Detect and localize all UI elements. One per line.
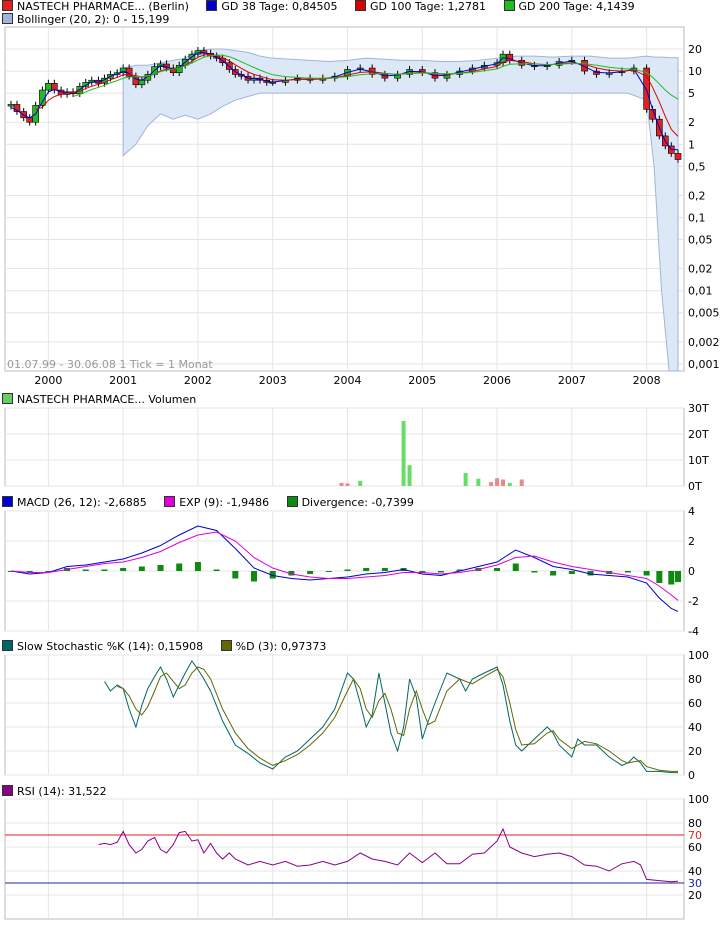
volume-ytick-label: 30T <box>688 402 709 415</box>
stock-chart-svg: 20105210,50,20,10,050,020,010,0050,0020,… <box>4 26 720 920</box>
volume-bar <box>489 482 494 486</box>
price-ytick-label: 0,02 <box>688 263 713 276</box>
x-axis-year-label: 2008 <box>633 374 661 387</box>
divergence-bar <box>494 568 501 571</box>
panel-frame-4 <box>4 798 685 920</box>
divergence-bar <box>157 565 164 571</box>
price-ytick-label: 5 <box>688 87 695 100</box>
volume-bar <box>507 482 512 486</box>
divergence-bar <box>344 569 351 571</box>
price-candle <box>674 153 682 160</box>
divergence-bar <box>675 571 682 583</box>
divergence-bar <box>624 571 631 573</box>
stoch-ytick-label: 20 <box>688 745 702 758</box>
price-ytick-label: 0,002 <box>688 336 720 349</box>
price-ytick-label: 0,01 <box>688 285 713 298</box>
macd-ytick-label: 0 <box>688 565 695 578</box>
macd-ytick-label: -4 <box>688 625 699 638</box>
divergence-bar <box>512 563 519 571</box>
volume-bar <box>495 478 500 486</box>
volume-bar <box>358 480 363 486</box>
price-ytick-label: 10 <box>688 65 702 78</box>
divergence-bar <box>176 563 183 571</box>
divergence-bar <box>82 569 89 571</box>
divergence-bar <box>668 571 675 585</box>
price-ytick-label: 0,005 <box>688 307 720 320</box>
volume-bar <box>463 473 468 486</box>
divergence-bar <box>381 568 388 571</box>
price-candle <box>45 83 52 91</box>
x-axis-year-label: 2002 <box>184 374 212 387</box>
price-ytick-label: 0,2 <box>688 189 706 202</box>
divergence-bar <box>656 571 663 583</box>
macd-ytick-label: 4 <box>688 505 695 518</box>
volume-bar <box>339 482 344 486</box>
price-ytick-label: 0,05 <box>688 234 713 247</box>
stoch-ytick-label: 40 <box>688 721 702 734</box>
price-candle <box>7 104 15 107</box>
x-axis-year-label: 2004 <box>333 374 361 387</box>
divergence-bar <box>363 568 370 571</box>
divergence-bar <box>138 566 145 571</box>
divergence-bar <box>120 568 127 571</box>
rsi-ytick-label: 20 <box>688 889 702 902</box>
volume-bar <box>407 465 412 486</box>
divergence-bar <box>232 571 239 579</box>
divergence-bar <box>437 571 444 573</box>
volume-ytick-label: 10T <box>688 454 709 467</box>
volume-ytick-label: 0T <box>688 480 702 493</box>
x-axis-year-label: 2000 <box>34 374 62 387</box>
price-candle <box>26 117 33 123</box>
rsi-ytick-label: 60 <box>688 841 702 854</box>
x-axis-year-label: 2007 <box>558 374 586 387</box>
divergence-bar <box>194 562 201 571</box>
divergence-bar <box>568 571 575 574</box>
divergence-bar <box>251 571 258 582</box>
stoch-ytick-label: 100 <box>688 649 709 662</box>
x-axis-year-label: 2003 <box>259 374 287 387</box>
price-candle <box>269 82 277 84</box>
price-ytick-label: 1 <box>688 138 695 151</box>
divergence-bar <box>531 571 538 573</box>
divergence-bar <box>101 569 108 571</box>
divergence-bar <box>213 569 220 571</box>
price-ytick-label: 0,5 <box>688 160 706 173</box>
volume-bar <box>345 483 350 486</box>
price-ytick-label: 0,001 <box>688 358 720 371</box>
volume-bar <box>501 479 506 486</box>
stoch-ytick-label: 0 <box>688 769 695 782</box>
price-ytick-label: 0,1 <box>688 211 706 224</box>
macd-ytick-label: 2 <box>688 535 695 548</box>
divergence-bar <box>643 571 650 576</box>
panel-frame-1 <box>4 407 685 487</box>
price-candle <box>138 79 146 86</box>
volume-bar <box>476 478 481 486</box>
x-axis-year-label: 2001 <box>109 374 137 387</box>
x-axis-year-label: 2005 <box>408 374 436 387</box>
divergence-bar <box>307 571 314 574</box>
volume-bar <box>401 421 406 486</box>
divergence-bar <box>325 571 332 572</box>
volume-ytick-label: 20T <box>688 428 709 441</box>
volume-bar <box>519 479 524 486</box>
price-ytick-label: 2 <box>688 116 695 129</box>
rsi-ytick-label: 100 <box>688 793 709 806</box>
macd-ytick-label: -2 <box>688 595 699 608</box>
stoch-ytick-label: 60 <box>688 697 702 710</box>
x-axis-year-label: 2006 <box>483 374 511 387</box>
date-range-note: 01.07.99 - 30.06.08 1 Tick = 1 Monat <box>7 358 213 371</box>
divergence-bar <box>550 571 557 576</box>
panel-frame-3 <box>4 654 685 776</box>
stoch-ytick-label: 80 <box>688 673 702 686</box>
price-ytick-label: 20 <box>688 43 702 56</box>
